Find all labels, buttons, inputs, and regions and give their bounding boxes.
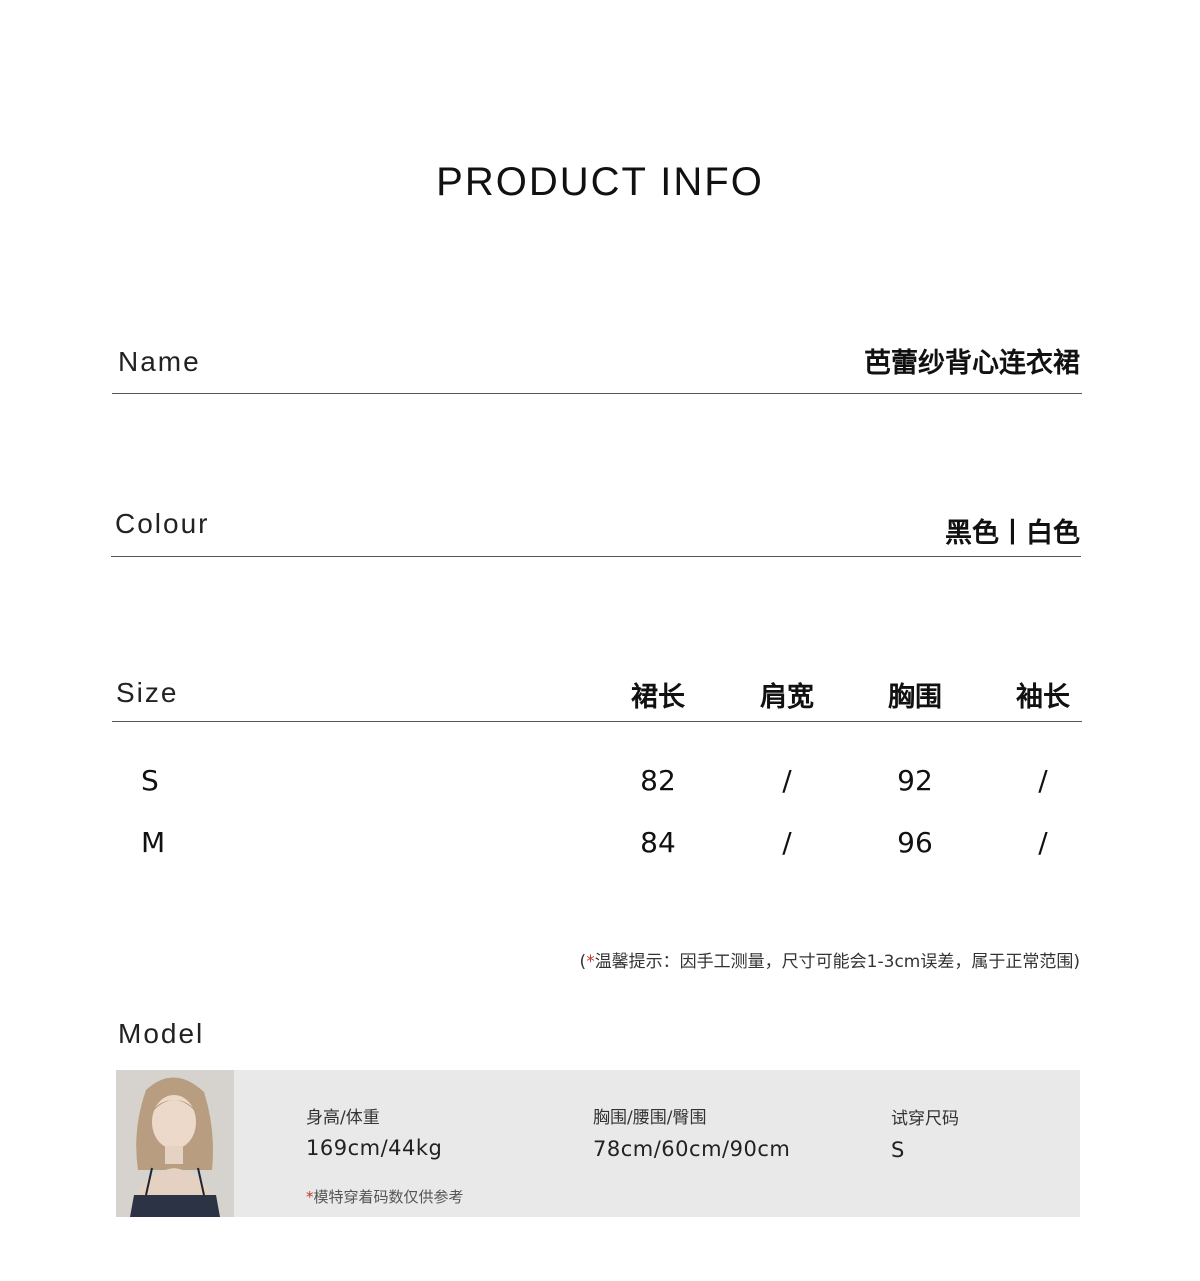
product-name: 芭蕾纱背心连衣裙 (864, 348, 1080, 379)
model-footnote-text: 模特穿着码数仅供参考 (313, 1188, 464, 1206)
size-m-length: 84 (640, 826, 676, 859)
model-photo (116, 1070, 234, 1217)
model-portrait-image (116, 1070, 234, 1217)
model-footnote: *模特穿着码数仅供参考 (306, 1186, 464, 1207)
size-m-chest: 96 (897, 826, 933, 859)
size-s-sleeve: / (1038, 764, 1048, 797)
measurement-note: (*温馨提示：因手工测量，尺寸可能会1-3cm误差，属于正常范围) (580, 947, 1080, 972)
model-label: Model (118, 1018, 205, 1049)
name-label: Name (118, 346, 201, 377)
model-measurements-value: 78cm/60cm/90cm (593, 1137, 791, 1161)
size-col-chest: 胸围 (888, 682, 942, 713)
size-col-sleeve: 袖长 (1016, 682, 1070, 713)
name-divider (112, 393, 1082, 394)
model-fit-size-label: 试穿尺码 (891, 1109, 959, 1129)
size-col-length: 裙长 (631, 682, 685, 713)
model-footnote-star: * (306, 1188, 314, 1206)
colour-value: 黑色丨白色 (945, 518, 1080, 549)
size-m-sleeve: / (1038, 826, 1048, 859)
size-s-shoulder: / (782, 764, 792, 797)
model-height-weight-value: 169cm/44kg (306, 1136, 443, 1160)
model-panel: 身高/体重 169cm/44kg 胸围/腰围/臀围 78cm/60cm/90cm… (116, 1070, 1080, 1217)
note-star: * (586, 952, 595, 972)
size-label: Size (116, 677, 179, 708)
size-row-s-label: S (141, 764, 159, 797)
colour-divider (111, 556, 1081, 557)
model-measurements-label: 胸围/腰围/臀围 (593, 1108, 707, 1128)
model-fit-size-value: S (891, 1138, 905, 1162)
size-s-chest: 92 (897, 764, 933, 797)
page-title: PRODUCT INFO (436, 160, 764, 204)
size-m-shoulder: / (782, 826, 792, 859)
model-height-weight-label: 身高/体重 (306, 1108, 380, 1128)
colour-label: Colour (115, 508, 210, 539)
size-row-m-label: M (141, 826, 166, 859)
note-text: 温馨提示：因手工测量，尺寸可能会1-3cm误差，属于正常范围) (594, 952, 1080, 972)
size-s-length: 82 (640, 764, 676, 797)
size-col-shoulder: 肩宽 (760, 682, 814, 713)
size-divider (112, 721, 1082, 722)
